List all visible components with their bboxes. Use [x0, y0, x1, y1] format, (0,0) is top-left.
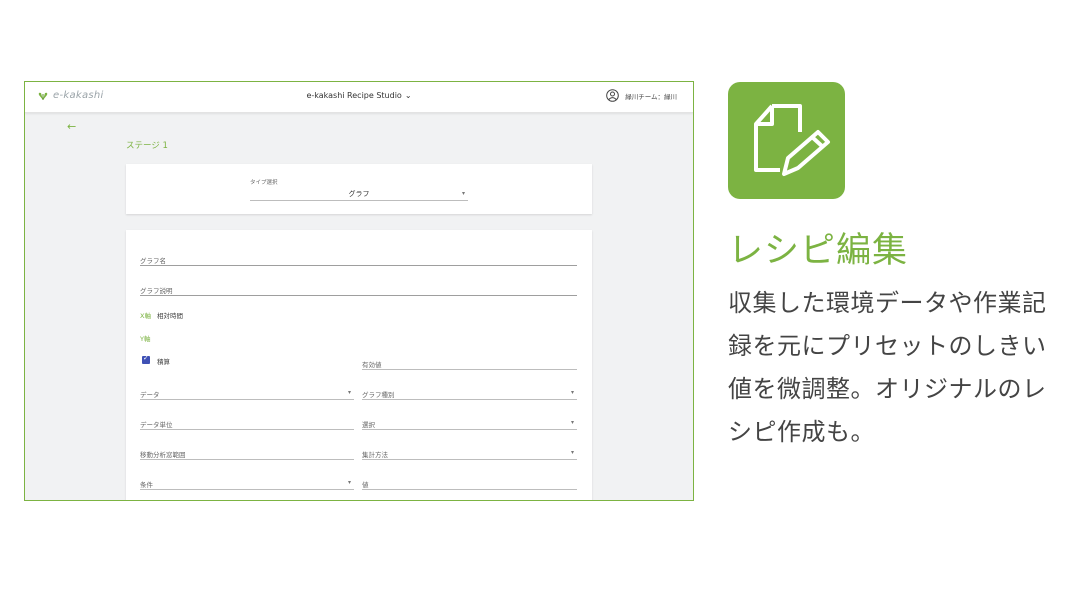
- user-icon: [606, 89, 619, 102]
- aggregation-select[interactable]: 集計方法 ▾: [362, 447, 577, 460]
- choice-select[interactable]: 選択 ▾: [362, 417, 577, 430]
- graph-form-card: グラフ名 グラフ説明 X軸 相対時間 Y軸 ✓ 積算 有効値 データ ▾ グラフ…: [126, 230, 592, 500]
- x-axis-label: X軸: [140, 312, 151, 320]
- graph-description-input[interactable]: グラフ説明: [140, 283, 577, 296]
- graph-description-label: グラフ説明: [140, 287, 173, 295]
- feature-description: 収集した環境データや作業記録を元にプリセットのしきい値を微調整。オリジナルのレシ…: [728, 289, 1047, 446]
- dropdown-caret-icon: ▾: [347, 479, 351, 486]
- type-select[interactable]: グラフ ▾: [250, 186, 468, 201]
- condition-select[interactable]: 条件 ▾: [140, 477, 354, 490]
- data-select[interactable]: データ ▾: [140, 387, 354, 400]
- page-title: ステージ 1: [126, 141, 168, 151]
- dropdown-caret-icon: ▾: [461, 190, 465, 197]
- type-select-label: タイプ選択: [250, 180, 278, 186]
- moving-range-input[interactable]: 移動分析窓範囲: [140, 447, 354, 460]
- cumulative-checkbox-label: 積算: [157, 358, 170, 366]
- dropdown-caret-icon: ▾: [570, 449, 574, 456]
- user-menu[interactable]: 緑川チーム：緑川: [606, 89, 677, 102]
- feature-icon: [728, 82, 845, 199]
- graph-name-label: グラフ名: [140, 257, 166, 265]
- dropdown-caret-icon: ▾: [570, 389, 574, 396]
- aggregation-label: 集計方法: [362, 451, 388, 459]
- chevron-down-icon: ⌄: [404, 91, 412, 100]
- valid-value-input[interactable]: 有効値: [362, 357, 577, 370]
- graph-type-label: グラフ種別: [362, 391, 395, 399]
- type-select-value: グラフ: [348, 190, 370, 198]
- document-edit-icon: [754, 104, 830, 176]
- y-axis-label: Y軸: [140, 335, 151, 343]
- valid-value-label: 有効値: [362, 361, 382, 369]
- cumulative-checkbox[interactable]: ✓: [142, 354, 150, 364]
- app-screenshot: e-kakashi e-kakashi Recipe Studio ⌄ 緑川チーム…: [24, 81, 694, 501]
- top-app-bar: e-kakashi e-kakashi Recipe Studio ⌄ 緑川チーム…: [25, 82, 693, 113]
- data-unit-label: データ単位: [140, 421, 173, 429]
- feature-title: レシピ編集: [728, 231, 909, 271]
- studio-selector[interactable]: e-kakashi Recipe Studio ⌄: [25, 91, 693, 100]
- dropdown-caret-icon: ▾: [570, 419, 574, 426]
- studio-title: e-kakashi Recipe Studio: [306, 91, 402, 100]
- moving-range-label: 移動分析窓範囲: [140, 451, 186, 459]
- graph-type-select[interactable]: グラフ種別 ▾: [362, 387, 577, 400]
- value-label: 値: [362, 481, 369, 489]
- value-input[interactable]: 値: [362, 477, 577, 490]
- back-arrow-icon[interactable]: ←: [67, 120, 76, 133]
- graph-name-input[interactable]: グラフ名: [140, 253, 577, 266]
- choice-select-label: 選択: [362, 421, 375, 429]
- data-select-label: データ: [140, 391, 160, 399]
- dropdown-caret-icon: ▾: [347, 389, 351, 396]
- condition-label: 条件: [140, 481, 153, 489]
- x-axis-value: 相対時間: [157, 312, 183, 320]
- data-unit-input[interactable]: データ単位: [140, 417, 354, 430]
- type-select-card: タイプ選択 グラフ ▾: [126, 164, 592, 214]
- check-icon: ✓: [143, 354, 149, 362]
- user-label: 緑川チーム：緑川: [625, 92, 677, 101]
